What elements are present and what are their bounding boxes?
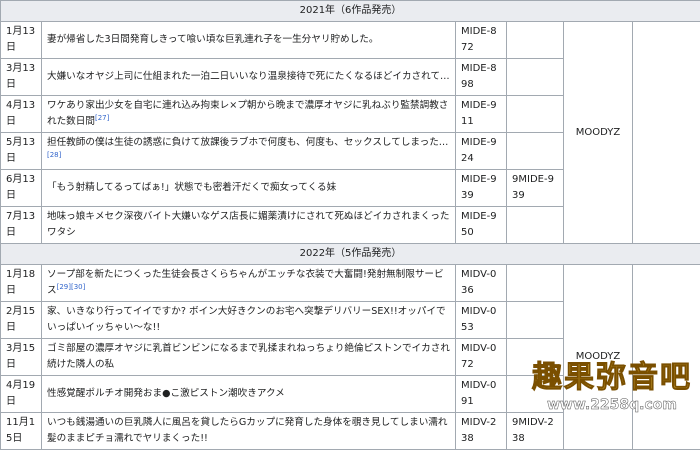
release-date: 7月13日 (1, 207, 42, 244)
product-code: MIDE-911 (456, 96, 507, 133)
alt-product-code (507, 22, 564, 59)
work-title: ソープ部を新たにつくった生徒会長さくらちゃんがエッチな衣装で大奮闘!発射無制限サ… (42, 265, 456, 302)
product-code: MIDE-950 (456, 207, 507, 244)
work-title-text: 妻が帰省した3日間発育しきって喰い頃な巨乳連れ子を一生分ヤリ貯めした。 (47, 34, 378, 45)
work-title: ゴミ部屋の濃厚オヤジに乳首ビンビンになるまで乳揉まれねっちょり絶倫ピストンでイカ… (42, 339, 456, 376)
work-title: ワケあり家出少女を自宅に連れ込み拘束レ×プ朝から晩まで濃厚オヤジに乳ねぶり監禁調… (42, 96, 456, 133)
release-date: 11月15日 (1, 413, 42, 450)
alt-product-code (507, 207, 564, 244)
site-watermark: 趣果弥音吧 www.2258q.com (526, 360, 698, 423)
product-code: MIDE-939 (456, 170, 507, 207)
watermark-logo-text: 趣果弥音吧 (526, 360, 698, 396)
work-title: 担任教師の僕は生徒の誘惑に負けて放課後ラブホで何度も、何度も、セックスしてしまっ… (42, 133, 456, 170)
work-title-text: 大嫌いなオヤジ上司に仕組まれた一泊二日いいなり温泉接待で死にたくなるほどイカされ… (47, 71, 450, 82)
reference-link[interactable]: [27] (95, 114, 109, 122)
year-header-label: 2021年（6作品発売） (1, 1, 700, 22)
release-date: 4月13日 (1, 96, 42, 133)
year-header-2022: 2022年（5作品発売） (1, 244, 700, 265)
work-title: 地味っ娘キメセク深夜バイト大嫌いなゲス店長に媚薬漬けにされて死ぬほどイカされまく… (42, 207, 456, 244)
work-title-text: いつも銭湯通いの巨乳隣人に風呂を貸したらGカップに発育した身体を覗き見してしまい… (47, 417, 448, 444)
alt-product-code (507, 302, 564, 339)
work-title: 大嫌いなオヤジ上司に仕組まれた一泊二日いいなり温泉接待で死にたくなるほどイカされ… (42, 59, 456, 96)
work-title-text: 「もう射精してるってばぁ!」状態でも密着汗だくで痴女ってくる妹 (47, 182, 336, 193)
release-date: 6月13日 (1, 170, 42, 207)
year-header-label: 2022年（5作品発売） (1, 244, 700, 265)
product-code: MIDV-072 (456, 339, 507, 376)
reference-link[interactable]: [28] (47, 151, 61, 159)
work-title: 妻が帰省した3日間発育しきって喰い頃な巨乳連れ子を一生分ヤリ貯めした。 (42, 22, 456, 59)
label-cell: MOODYZ (564, 22, 633, 244)
empty-cell (633, 22, 700, 244)
product-code: MIDE-898 (456, 59, 507, 96)
table-row: 1月13日 妻が帰省した3日間発育しきって喰い頃な巨乳連れ子を一生分ヤリ貯めした… (1, 22, 700, 59)
work-title-text: ソープ部を新たにつくった生徒会長さくらちゃんがエッチな衣装で大奮闘!発射無制限サ… (47, 269, 444, 296)
release-date: 1月18日 (1, 265, 42, 302)
alt-product-code (507, 96, 564, 133)
work-title: いつも銭湯通いの巨乳隣人に風呂を貸したらGカップに発育した身体を覗き見してしまい… (42, 413, 456, 450)
release-date: 3月13日 (1, 59, 42, 96)
release-date: 1月13日 (1, 22, 42, 59)
product-code: MIDV-036 (456, 265, 507, 302)
release-date: 4月19日 (1, 376, 42, 413)
product-code: MIDE-872 (456, 22, 507, 59)
table-row: 1月18日 ソープ部を新たにつくった生徒会長さくらちゃんがエッチな衣装で大奮闘!… (1, 265, 700, 302)
work-title: 「もう射精してるってばぁ!」状態でも密着汗だくで痴女ってくる妹 (42, 170, 456, 207)
product-code: MIDV-053 (456, 302, 507, 339)
work-title-text: 性感覚醒ポルチオ開発おま●こ激ピストン潮吹きアクメ (47, 388, 285, 399)
work-title-text: ゴミ部屋の濃厚オヤジに乳首ビンビンになるまで乳揉まれねっちょり絶倫ピストンでイカ… (47, 343, 450, 370)
product-code: MIDV-091 (456, 376, 507, 413)
release-date: 5月13日 (1, 133, 42, 170)
product-code: MIDV-238 (456, 413, 507, 450)
alt-product-code (507, 59, 564, 96)
work-title-text: 地味っ娘キメセク深夜バイト大嫌いなゲス店長に媚薬漬けにされて死ぬほどイカされまく… (47, 211, 449, 238)
year-header-2021: 2021年（6作品発売） (1, 1, 700, 22)
product-code: MIDE-924 (456, 133, 507, 170)
alt-product-code (507, 133, 564, 170)
work-title-text: 担任教師の僕は生徒の誘惑に負けて放課後ラブホで何度も、何度も、セックスしてしまっ… (47, 137, 448, 148)
reference-link[interactable]: [29][30] (57, 283, 86, 291)
release-date: 3月15日 (1, 339, 42, 376)
alt-product-code: 9MIDE-939 (507, 170, 564, 207)
work-title: 家、いきなり行ってイイですか? ボイン大好きクンのお宅へ突撃デリバリーSEX!!… (42, 302, 456, 339)
alt-product-code (507, 265, 564, 302)
work-title-text: 家、いきなり行ってイイですか? ボイン大好きクンのお宅へ突撃デリバリーSEX!!… (47, 306, 446, 333)
work-title: 性感覚醒ポルチオ開発おま●こ激ピストン潮吹きアクメ (42, 376, 456, 413)
watermark-url: www.2258q.com (526, 396, 698, 414)
release-date: 2月15日 (1, 302, 42, 339)
